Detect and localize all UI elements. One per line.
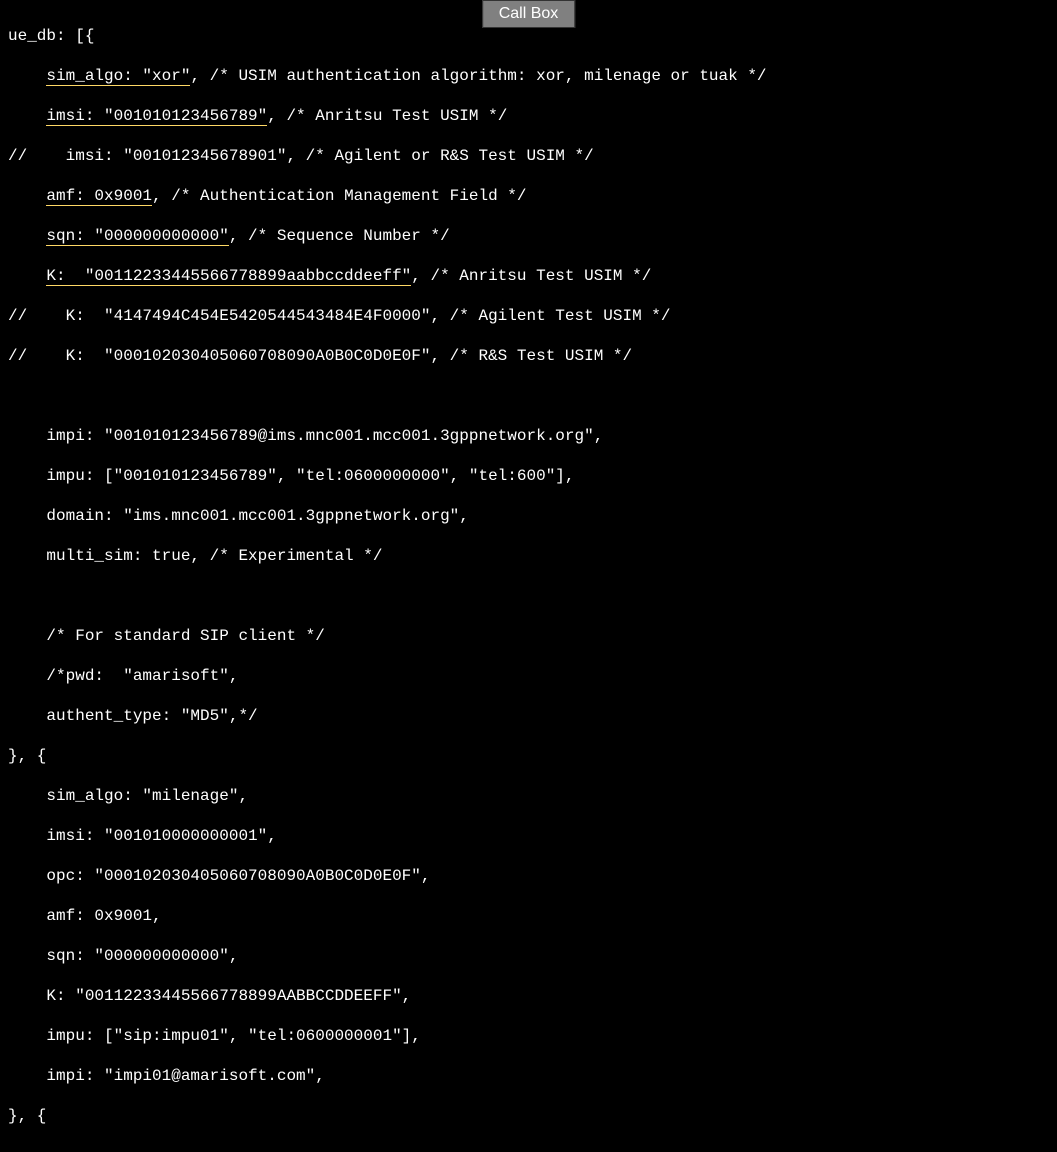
code-line: }, { <box>8 746 1049 766</box>
highlight-sim-algo: sim_algo: "xor" <box>46 67 190 86</box>
code-line: /* For standard SIP client */ <box>8 626 1049 646</box>
code-rest: , /* Sequence Number */ <box>229 227 450 245</box>
highlight-imsi: imsi: "001010123456789" <box>46 107 267 126</box>
code-line: // imsi: "001012345678901", /* Agilent o… <box>8 146 1049 166</box>
code-rest: , /* Anritsu Test USIM */ <box>411 267 651 285</box>
code-line: impi: "001010123456789@ims.mnc001.mcc001… <box>8 426 1049 446</box>
code-line: sqn: "000000000000", <box>8 946 1049 966</box>
code-line: /*pwd: "amarisoft", <box>8 666 1049 686</box>
code-rest: , /* Authentication Management Field */ <box>152 187 526 205</box>
header-title: Call Box <box>499 5 559 22</box>
code-line: impu: ["sip:impu01", "tel:0600000001"], <box>8 1026 1049 1046</box>
code-line: amf: 0x9001, /* Authentication Managemen… <box>8 186 1049 206</box>
highlight-amf: amf: 0x9001 <box>46 187 152 206</box>
code-line: ue_db: [{ <box>8 26 1049 46</box>
code-line: imsi: "001010123456789", /* Anritsu Test… <box>8 106 1049 126</box>
code-line <box>8 586 1049 606</box>
header-box: Call Box <box>482 0 576 28</box>
code-line: // K: "4147494C454E5420544543484E4F0000"… <box>8 306 1049 326</box>
code-line: amf: 0x9001, <box>8 906 1049 926</box>
code-rest: , /* Anritsu Test USIM */ <box>267 107 507 125</box>
code-line: imsi: "001010000000001", <box>8 826 1049 846</box>
highlight-k: K: "00112233445566778899aabbccddeeff" <box>46 267 411 286</box>
code-line: sim_algo: "xor", /* USIM authentication … <box>8 66 1049 86</box>
code-line <box>8 386 1049 406</box>
code-line: sim_algo: "milenage", <box>8 786 1049 806</box>
code-line: domain: "ims.mnc001.mcc001.3gppnetwork.o… <box>8 506 1049 526</box>
code-line: // K: "000102030405060708090A0B0C0D0E0F"… <box>8 346 1049 366</box>
code-line: K: "00112233445566778899aabbccddeeff", /… <box>8 266 1049 286</box>
code-line: K: "00112233445566778899AABBCCDDEEFF", <box>8 986 1049 1006</box>
highlight-sqn: sqn: "000000000000" <box>46 227 228 246</box>
code-line: }, { <box>8 1106 1049 1126</box>
code-line: sqn: "000000000000", /* Sequence Number … <box>8 226 1049 246</box>
code-rest: , /* USIM authentication algorithm: xor,… <box>190 67 766 85</box>
code-line: impu: ["001010123456789", "tel:060000000… <box>8 466 1049 486</box>
code-container: ue_db: [{ sim_algo: "xor", /* USIM authe… <box>0 0 1057 1152</box>
code-line: authent_type: "MD5",*/ <box>8 706 1049 726</box>
code-line: impi: "impi01@amarisoft.com", <box>8 1066 1049 1086</box>
code-line: opc: "000102030405060708090A0B0C0D0E0F", <box>8 866 1049 886</box>
code-line: multi_sim: true, /* Experimental */ <box>8 546 1049 566</box>
